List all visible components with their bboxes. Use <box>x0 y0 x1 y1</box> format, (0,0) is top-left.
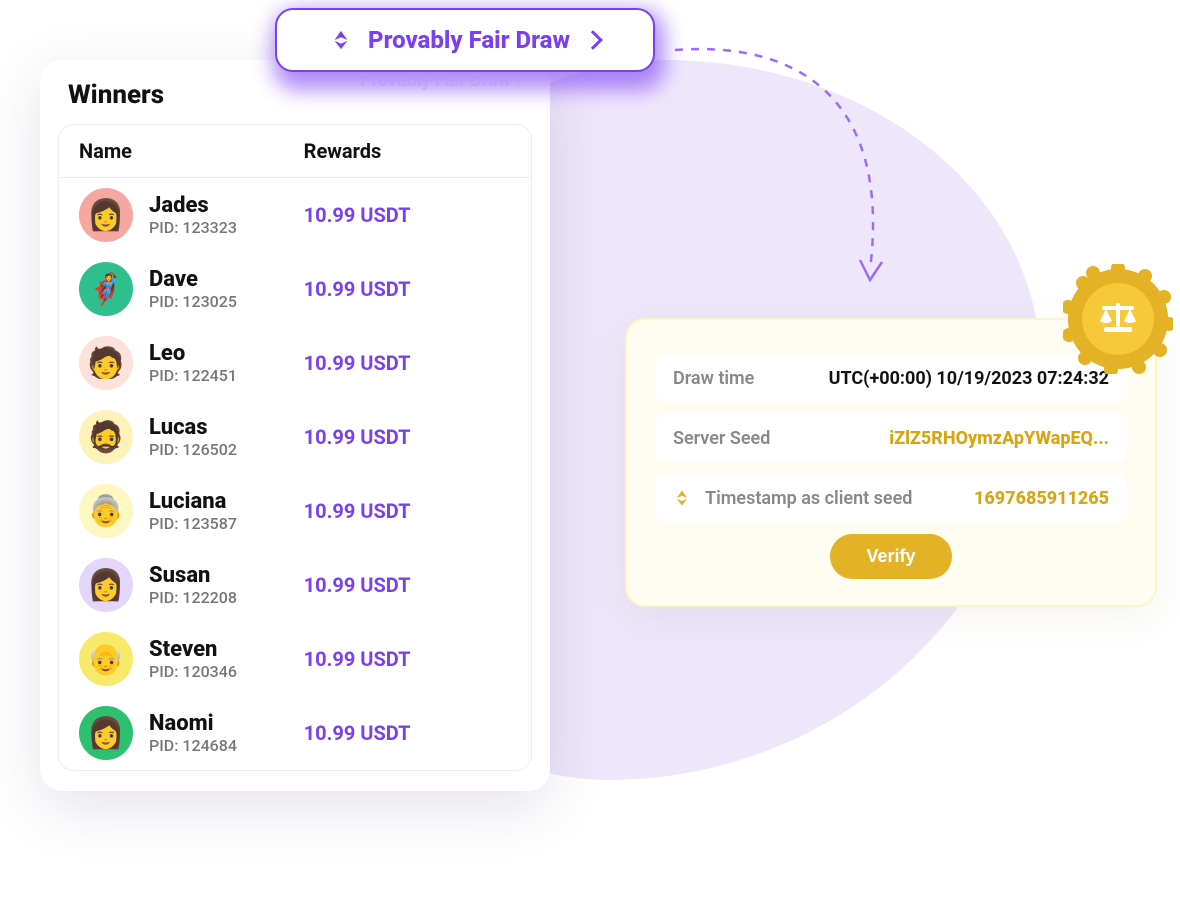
table-row: 🧑 LeoPID: 12245110.99 USDT <box>59 326 531 400</box>
avatar: 👩 <box>79 558 133 612</box>
client-seed-row: Timestamp as client seed 1697685911265 <box>655 474 1127 522</box>
avatar: 🦸 <box>79 262 133 316</box>
chevron-right-icon <box>583 30 603 50</box>
winner-name: Jades <box>149 193 304 218</box>
table-row: 🦸 DavePID: 12302510.99 USDT <box>59 252 531 326</box>
avatar: 🧔 <box>79 410 133 464</box>
avatar: 👩 <box>79 706 133 760</box>
table-row: 👵 LucianaPID: 12358710.99 USDT <box>59 474 531 548</box>
winner-name: Susan <box>149 563 304 588</box>
table-row: 👩 SusanPID: 12220810.99 USDT <box>59 548 531 622</box>
winner-reward: 10.99 USDT <box>304 203 511 227</box>
table-header: Name Rewards <box>59 125 531 178</box>
table-row: 👩 JadesPID: 12332310.99 USDT <box>59 178 531 252</box>
winner-name: Steven <box>149 637 304 662</box>
winner-reward: 10.99 USDT <box>304 425 511 449</box>
winner-name: Leo <box>149 341 304 366</box>
verify-button[interactable]: Verify <box>830 534 951 579</box>
winners-table: Name Rewards 👩JadesPID: 12332310.99 USDT… <box>58 124 532 771</box>
winner-reward: 10.99 USDT <box>304 647 511 671</box>
server-seed-row: Server Seed iZlZ5RHOymzApYWapEQ... <box>655 414 1127 462</box>
client-seed-value: 1697685911265 <box>974 488 1109 509</box>
winner-name: Naomi <box>149 711 304 736</box>
verify-card: Draw time UTC(+00:00) 10/19/2023 07:24:3… <box>625 318 1157 607</box>
winner-pid: PID: 123587 <box>149 514 304 533</box>
table-row: 🧔 LucasPID: 12650210.99 USDT <box>59 400 531 474</box>
fairness-seal-icon <box>1063 264 1173 374</box>
table-row: 👴 StevenPID: 12034610.99 USDT <box>59 622 531 696</box>
provably-fair-draw-pill[interactable]: Provably Fair Draw <box>275 8 655 72</box>
draw-time-label: Draw time <box>673 368 754 389</box>
winner-pid: PID: 120346 <box>149 662 304 681</box>
col-rewards-header: Rewards <box>304 139 511 163</box>
draw-time-row: Draw time UTC(+00:00) 10/19/2023 07:24:3… <box>655 354 1127 402</box>
winner-reward: 10.99 USDT <box>304 573 511 597</box>
client-seed-label: Timestamp as client seed <box>705 488 912 509</box>
winner-pid: PID: 123025 <box>149 292 304 311</box>
winner-reward: 10.99 USDT <box>304 277 511 301</box>
pill-ghost-label: Provably Fair Draw › <box>360 70 521 91</box>
pill-label: Provably Fair Draw <box>368 26 570 54</box>
server-seed-label: Server Seed <box>673 428 770 449</box>
table-row: 👩 NaomiPID: 12468410.99 USDT <box>59 696 531 770</box>
ethereum-icon <box>673 489 691 507</box>
avatar: 🧑 <box>79 336 133 390</box>
ethereum-icon <box>330 29 352 51</box>
col-name-header: Name <box>79 139 304 163</box>
winner-reward: 10.99 USDT <box>304 351 511 375</box>
connector-arrow <box>670 30 930 310</box>
winner-pid: PID: 123323 <box>149 218 304 237</box>
winners-card: Winners Name Rewards 👩JadesPID: 12332310… <box>40 60 550 791</box>
winner-name: Dave <box>149 267 304 292</box>
winner-pid: PID: 122208 <box>149 588 304 607</box>
winner-pid: PID: 122451 <box>149 366 304 385</box>
avatar: 👵 <box>79 484 133 538</box>
avatar: 👴 <box>79 632 133 686</box>
winner-name: Lucas <box>149 415 304 440</box>
avatar: 👩 <box>79 188 133 242</box>
server-seed-value: iZlZ5RHOymzApYWapEQ... <box>889 428 1109 449</box>
winner-pid: PID: 124684 <box>149 736 304 755</box>
winner-reward: 10.99 USDT <box>304 721 511 745</box>
winner-name: Luciana <box>149 489 304 514</box>
winner-pid: PID: 126502 <box>149 440 304 459</box>
winner-reward: 10.99 USDT <box>304 499 511 523</box>
